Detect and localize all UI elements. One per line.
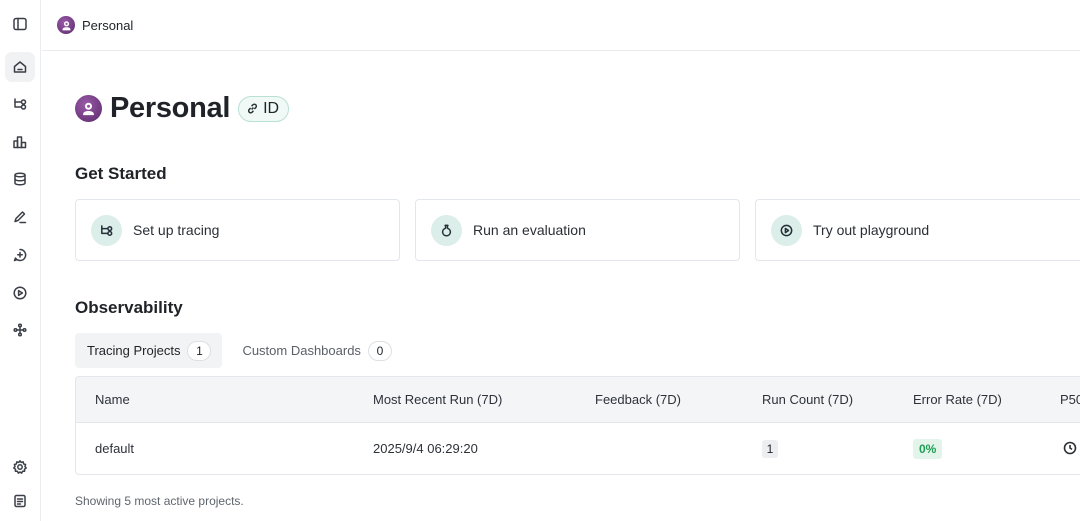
page-header: Personal ID (75, 92, 290, 125)
main-content: Personal ID Get Started Set up tracing R… (42, 52, 1080, 521)
run-evaluation-card[interactable]: Run an evaluation (415, 199, 740, 261)
tab-label: Tracing Projects (87, 343, 181, 358)
breadcrumb-workspace[interactable]: Personal (82, 18, 133, 33)
table-footnote: Showing 5 most active projects. (75, 494, 244, 508)
avatar-icon (75, 95, 102, 122)
column-header-run-count[interactable]: Run Count (7D) (762, 392, 853, 407)
error-rate-badge: 0% (913, 439, 943, 459)
column-header-error-rate[interactable]: Error Rate (7D) (913, 392, 1002, 407)
datasets-icon[interactable] (5, 164, 35, 194)
home-icon[interactable] (5, 52, 35, 82)
settings-icon[interactable] (5, 452, 35, 482)
card-label: Try out playground (813, 222, 930, 238)
avatar-icon (57, 16, 75, 34)
play-circle-icon (771, 214, 802, 246)
run-count-badge: 1 (762, 440, 778, 458)
column-header-feedback[interactable]: Feedback (7D) (595, 392, 681, 407)
column-header-most-recent-run[interactable]: Most Recent Run (7D) (373, 392, 502, 407)
annotation-icon[interactable] (5, 202, 35, 232)
column-header-name[interactable]: Name (95, 392, 130, 407)
most-recent-run-cell: 2025/9/4 06:29:20 (373, 441, 478, 456)
dashboards-icon[interactable] (5, 127, 35, 157)
deployments-icon[interactable] (5, 315, 35, 345)
panel-toggle-icon[interactable] (5, 9, 35, 39)
sidebar-rail (0, 0, 41, 521)
flask-icon (431, 214, 462, 246)
tracing-icon[interactable] (5, 89, 35, 119)
column-header-p50[interactable]: P50 (1060, 392, 1080, 407)
prompts-icon[interactable] (5, 240, 35, 270)
count-badge: 0 (367, 340, 392, 361)
page-title: Personal (110, 92, 231, 124)
try-playground-card[interactable]: Try out playground (755, 199, 1080, 261)
clock-icon (1063, 441, 1077, 455)
tracing-icon (91, 214, 122, 246)
card-label: Set up tracing (133, 222, 220, 238)
tab-custom-dashboards[interactable]: Custom Dashboards 0 (230, 333, 403, 368)
id-chip-label: ID (263, 99, 280, 117)
tab-tracing-projects[interactable]: Tracing Projects 1 (75, 333, 223, 368)
get-started-title: Get Started (75, 164, 167, 183)
setup-tracing-card[interactable]: Set up tracing (75, 199, 400, 261)
card-label: Run an evaluation (473, 222, 586, 238)
project-name-link[interactable]: default (95, 441, 134, 456)
observability-tabs: Tracing Projects 1 Custom Dashboards 0 (75, 333, 411, 368)
count-badge: 1 (187, 340, 212, 361)
tab-label: Custom Dashboards (242, 343, 361, 358)
docs-icon[interactable] (5, 486, 35, 516)
copy-id-button[interactable]: ID (238, 95, 290, 122)
observability-title: Observability (75, 298, 183, 317)
playground-icon[interactable] (5, 278, 35, 308)
top-bar: Personal (42, 0, 1080, 51)
link-icon (248, 103, 258, 114)
projects-table: Name Most Recent Run (7D) Feedback (7D) … (75, 376, 1080, 475)
